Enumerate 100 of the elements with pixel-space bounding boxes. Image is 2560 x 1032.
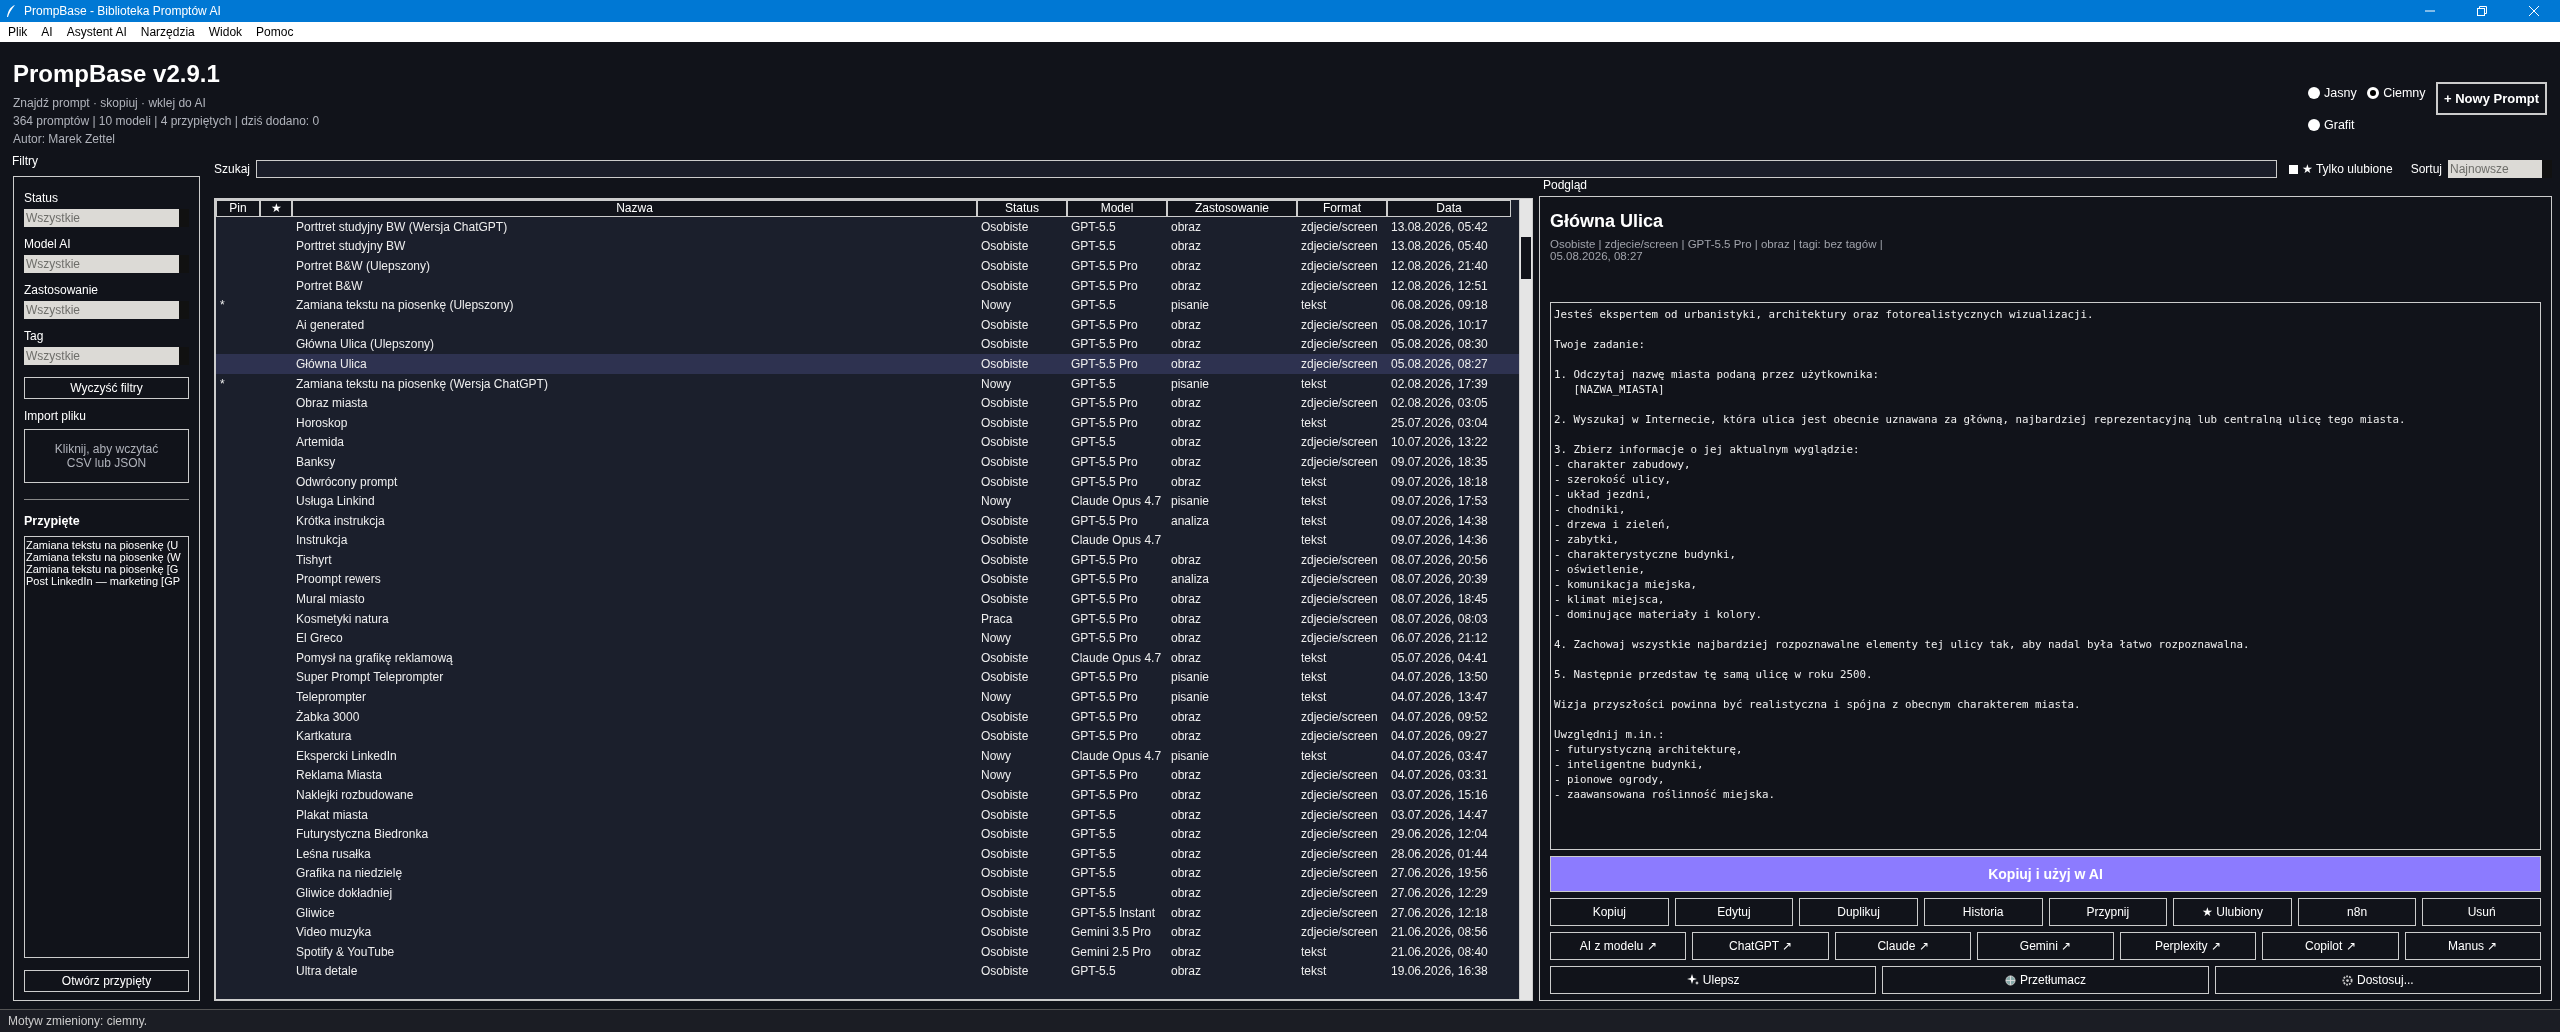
radio-icon[interactable] <box>2308 87 2320 99</box>
tool-button[interactable]: Przetłumacz <box>1882 966 2209 994</box>
table-row[interactable]: Instrukcja Osobiste Claude Opus 4.7 tekst 09.07.2026, 14:36 <box>216 530 1519 551</box>
import-drop-area[interactable]: Kliknij, aby wczytać CSV lub JSON <box>24 429 189 483</box>
table-row[interactable]: Gliwice dokładniej Osobiste GPT-5.5 obraz zdjecie/screen 27.06.2026, 12:29 <box>216 883 1519 903</box>
radio-icon[interactable] <box>2367 87 2380 99</box>
open-pinned-button[interactable]: Otwórz przypięty <box>24 970 189 992</box>
table-cell: Osobiste <box>981 944 1029 959</box>
table-row[interactable]: Usługa Linkind Nowy Claude Opus 4.7 pisanie tekst 09.07.2026, 17:53 <box>216 491 1519 511</box>
column-header[interactable]: Pin <box>216 200 260 217</box>
ai-link-button[interactable]: Claude ↗ <box>1834 932 1972 960</box>
table-row[interactable]: * Zamiana tekstu na piosenkę (Ulepszony) Nowy GPT-5.5 pisanie tekst 06.08.2026, 09:18 <box>216 295 1519 315</box>
table-row[interactable]: Video muzyka Osobiste Gemini 3.5 Pro obraz zdjecie/screen 21.06.2026, 08:56 <box>216 922 1519 942</box>
pinned-item[interactable]: Zamiana tekstu na piosenkę (U <box>26 539 187 551</box>
table-row[interactable]: Proompt rewers Osobiste GPT-5.5 Pro analiza zdjecie/screen 08.07.2026, 20:39 <box>216 569 1519 590</box>
prompt-text[interactable]: Jesteś ekspertem od urbanistyki, architektury oraz fotorealistycznych wizualizacji. Twoje zadanie: 1. Odczytaj nazwę miasta podaną przez użytkownika: [NAZWA_MIASTA] 2. Wyszukaj w Internecie, która ulica jest obecnie uznawana za główną, najbardziej reprezentacyjną lub centralną ulicę tego miasta. 3. Zbierz informacje o jej aktualnym wyglądzie: - charakter zabudowy, - szerokość ulicy, - układ jezdni, - chodniki, - drzewa i zieleń, - zabytki, - charakterystyczne budynki, - oświetlenie, - komunikacja miejska, - klimat miejsca, - dominujące materiały i kolory. 4. Zachowaj wszystkie najbardziej rozpoznawalne elementy tej ulicy tak, aby nadal była łatwo rozpoznawalna. 5. Następnie przedstaw tę samą ulicę w roku 2500. Wizja przyszłości powinna być realistyczna i spójna z obecnym charakterem miasta. Uwzględnij m.in.: - futurystyczną architekturę, - inteligentne budynki, - pionowe ogrody, - zaawansowana roślinność miejska. <box>1550 302 2541 850</box>
pinned-item[interactable]: Zamiana tekstu na piosenkę [G <box>26 563 187 575</box>
table-row[interactable]: Ai generated Osobiste GPT-5.5 Pro obraz zdjecie/screen 05.08.2026, 10:17 <box>216 314 1519 335</box>
table-row[interactable]: Spotify & YouTube Osobiste Gemini 2.5 Pro obraz tekst 21.06.2026, 08:40 <box>216 941 1519 962</box>
table-cell: obraz <box>1171 454 1202 469</box>
table-row[interactable]: El Greco Nowy GPT-5.5 Pro obraz zdjecie/screen 06.07.2026, 21:12 <box>216 628 1519 649</box>
close-icon[interactable] <box>2528 5 2540 17</box>
table-row[interactable]: Krótka instrukcja Osobiste GPT-5.5 Pro analiza tekst 09.07.2026, 14:38 <box>216 510 1519 531</box>
table-cell: zdjecie/screen <box>1301 219 1378 234</box>
menu-item[interactable]: AI <box>41 25 53 39</box>
table-row[interactable]: Porttret studyjny BW Osobiste GPT-5.5 obraz zdjecie/screen 13.08.2026, 05:40 <box>216 236 1519 257</box>
ai-link-button[interactable]: Perplexity ↗ <box>2119 932 2257 960</box>
theme-label[interactable]: Grafit <box>2324 118 2355 132</box>
action-button[interactable]: Przypnij <box>2048 898 2168 926</box>
scrollbar[interactable] <box>1519 198 1533 1001</box>
table-row[interactable]: Główna Ulica (Ulepszony) Osobiste GPT-5.5 Pro obraz zdjecie/screen 05.08.2026, 08:30 <box>216 334 1519 355</box>
restore-icon[interactable] <box>2476 5 2488 17</box>
radio-icon[interactable] <box>2308 119 2320 131</box>
table-row[interactable]: Główna Ulica Osobiste GPT-5.5 Pro obraz zdjecie/screen 05.08.2026, 08:27 <box>216 354 1519 374</box>
filter-dropdown[interactable]: Wszystkie <box>24 301 189 319</box>
column-header[interactable]: Nazwa <box>292 200 977 217</box>
ai-link-button[interactable]: Gemini ↗ <box>1977 932 2114 960</box>
ai-link-button[interactable]: AI z modelu ↗ <box>1550 932 1687 960</box>
column-header[interactable]: Format <box>1297 200 1387 217</box>
table-row[interactable]: Naklejki rozbudowane Osobiste GPT-5.5 Pro obraz zdjecie/screen 03.07.2026, 15:16 <box>216 785 1519 805</box>
menu-item[interactable]: Pomoc <box>256 25 294 39</box>
search-field[interactable] <box>256 160 2277 178</box>
table-row[interactable]: Portret B&W Osobiste GPT-5.5 Pro obraz zdjecie/screen 12.08.2026, 12:51 <box>216 275 1519 296</box>
table-row[interactable]: Ultra detale Osobiste GPT-5.5 obraz tekst 19.06.2026, 16:38 <box>216 961 1519 982</box>
table-row[interactable]: Super Prompt Teleprompter Osobiste GPT-5.5 Pro pisanie tekst 04.07.2026, 13:50 <box>216 667 1519 688</box>
clear-filters-button[interactable]: Wyczyść filtry <box>24 377 189 399</box>
filter-dropdown[interactable]: Wszystkie <box>24 209 189 227</box>
table-row[interactable]: Odwrócony prompt Osobiste GPT-5.5 Pro obraz tekst 09.07.2026, 18:18 <box>216 471 1519 492</box>
table-row[interactable]: Obraz miasta Osobiste GPT-5.5 Pro obraz zdjecie/screen 02.08.2026, 03:05 <box>216 393 1519 413</box>
favorites-checkbox[interactable]: ★ Tylko ulubione <box>2288 162 2393 176</box>
table-row[interactable]: Futurystyczna Biedronka Osobiste GPT-5.5 obraz zdjecie/screen 29.06.2026, 12:04 <box>216 824 1519 844</box>
table-row[interactable]: Kosmetyki natura Praca GPT-5.5 Pro obraz zdjecie/screen 08.07.2026, 08:03 <box>216 608 1519 629</box>
table-row[interactable]: Mural miasto Osobiste GPT-5.5 Pro obraz zdjecie/screen 08.07.2026, 18:45 <box>216 589 1519 609</box>
column-header[interactable]: Model <box>1067 200 1167 217</box>
action-button[interactable]: Edytuj <box>1674 898 1794 926</box>
table-row[interactable]: Plakat miasta Osobiste GPT-5.5 obraz zdjecie/screen 03.07.2026, 14:47 <box>216 804 1519 825</box>
theme-label[interactable]: Ciemny <box>2383 86 2426 100</box>
table-cell: 08.07.2026, 08:03 <box>1391 611 1488 626</box>
table-row[interactable]: Teleprompter Nowy GPT-5.5 Pro pisanie tekst 04.07.2026, 13:47 <box>216 687 1519 707</box>
action-button[interactable]: n8n <box>2297 898 2417 926</box>
table-row[interactable]: Kartkatura Osobiste GPT-5.5 Pro obraz zdjecie/screen 04.07.2026, 09:27 <box>216 726 1519 747</box>
column-header[interactable]: Status <box>977 200 1067 217</box>
action-button[interactable]: Usuń <box>2422 898 2541 926</box>
sort-dropdown[interactable]: Najnowsze <box>2448 160 2552 178</box>
menu-item[interactable]: Plik <box>8 25 28 39</box>
table-row[interactable]: Tishyrt Osobiste GPT-5.5 Pro obraz zdjecie/screen 08.07.2026, 20:56 <box>216 550 1519 570</box>
menu-item[interactable]: Narzędzia <box>140 25 195 39</box>
column-header[interactable]: Zastosowanie <box>1167 200 1297 217</box>
ai-link-button[interactable]: Copilot ↗ <box>2262 932 2399 960</box>
table-row[interactable]: Pomysł na grafikę reklamową Osobiste Claude Opus 4.7 obraz tekst 05.07.2026, 04:41 <box>216 648 1519 668</box>
table-row[interactable]: Portret B&W (Ulepszony) Osobiste GPT-5.5 Pro obraz zdjecie/screen 12.08.2026, 21:40 <box>216 256 1519 276</box>
column-header[interactable]: Data <box>1387 200 1511 217</box>
action-button[interactable]: Duplikuj <box>1799 898 1918 926</box>
menu-item[interactable]: Asystent AI <box>66 25 127 39</box>
table-row[interactable]: * Zamiana tekstu na piosenkę (Wersja ChatGPT) Nowy GPT-5.5 pisanie tekst 02.08.2026, 17:39 <box>216 373 1519 394</box>
tool-button[interactable]: Dostosuj... <box>2214 966 2541 994</box>
action-button[interactable]: Kopiuj <box>1550 898 1669 926</box>
action-button[interactable]: Historia <box>1923 898 2043 926</box>
tool-button[interactable]: Ulepsz <box>1550 966 1877 994</box>
table-row[interactable]: Banksy Osobiste GPT-5.5 Pro obraz zdjecie/screen 09.07.2026, 18:35 <box>216 452 1519 472</box>
pinned-item[interactable]: Zamiana tekstu na piosenkę (W <box>26 551 187 563</box>
table-row[interactable]: Leśna rusałka Osobiste GPT-5.5 obraz zdjecie/screen 28.06.2026, 01:44 <box>216 844 1519 864</box>
table-row[interactable]: Reklama Miasta Nowy GPT-5.5 Pro obraz zdjecie/screen 04.07.2026, 03:31 <box>216 765 1519 786</box>
filter-dropdown[interactable]: Wszystkie <box>24 255 189 273</box>
theme-label[interactable]: Jasny <box>2324 86 2357 100</box>
new-prompt-button[interactable]: + Nowy Prompt <box>2436 82 2547 115</box>
menu-item[interactable]: Widok <box>208 25 243 39</box>
column-header[interactable]: ★ <box>260 200 292 217</box>
table-row[interactable]: Artemida Osobiste GPT-5.5 obraz zdjecie/screen 10.07.2026, 13:22 <box>216 432 1519 453</box>
table-row[interactable]: Horoskop Osobiste GPT-5.5 Pro obraz tekst 25.07.2026, 03:04 <box>216 412 1519 433</box>
pinned-item[interactable]: Post LinkedIn — marketing [GP <box>26 575 187 587</box>
filter-dropdown[interactable]: Wszystkie <box>24 347 189 365</box>
table-row[interactable]: Gliwice Osobiste GPT-5.5 Instant obraz zdjecie/screen 27.06.2026, 12:18 <box>216 902 1519 923</box>
ai-link-button[interactable]: ChatGPT ↗ <box>1692 932 1829 960</box>
ai-link-button[interactable]: Manus ↗ <box>2404 932 2541 960</box>
table-row[interactable]: Grafika na niedzielę Osobiste GPT-5.5 obraz zdjecie/screen 27.06.2026, 19:56 <box>216 863 1519 884</box>
table-row[interactable]: Żabka 3000 Osobiste GPT-5.5 Pro obraz zdjecie/screen 04.07.2026, 09:52 <box>216 706 1519 727</box>
table-row[interactable]: Ekspercki LinkedIn Nowy Claude Opus 4.7 pisanie tekst 04.07.2026, 03:47 <box>216 746 1519 766</box>
table-row[interactable]: Porttret studyjny BW (Wersja ChatGPT) Osobiste GPT-5.5 obraz zdjecie/screen 13.08.2026, 05:42 <box>216 217 1519 237</box>
action-button[interactable]: ★ Ulubiony <box>2173 898 2292 926</box>
